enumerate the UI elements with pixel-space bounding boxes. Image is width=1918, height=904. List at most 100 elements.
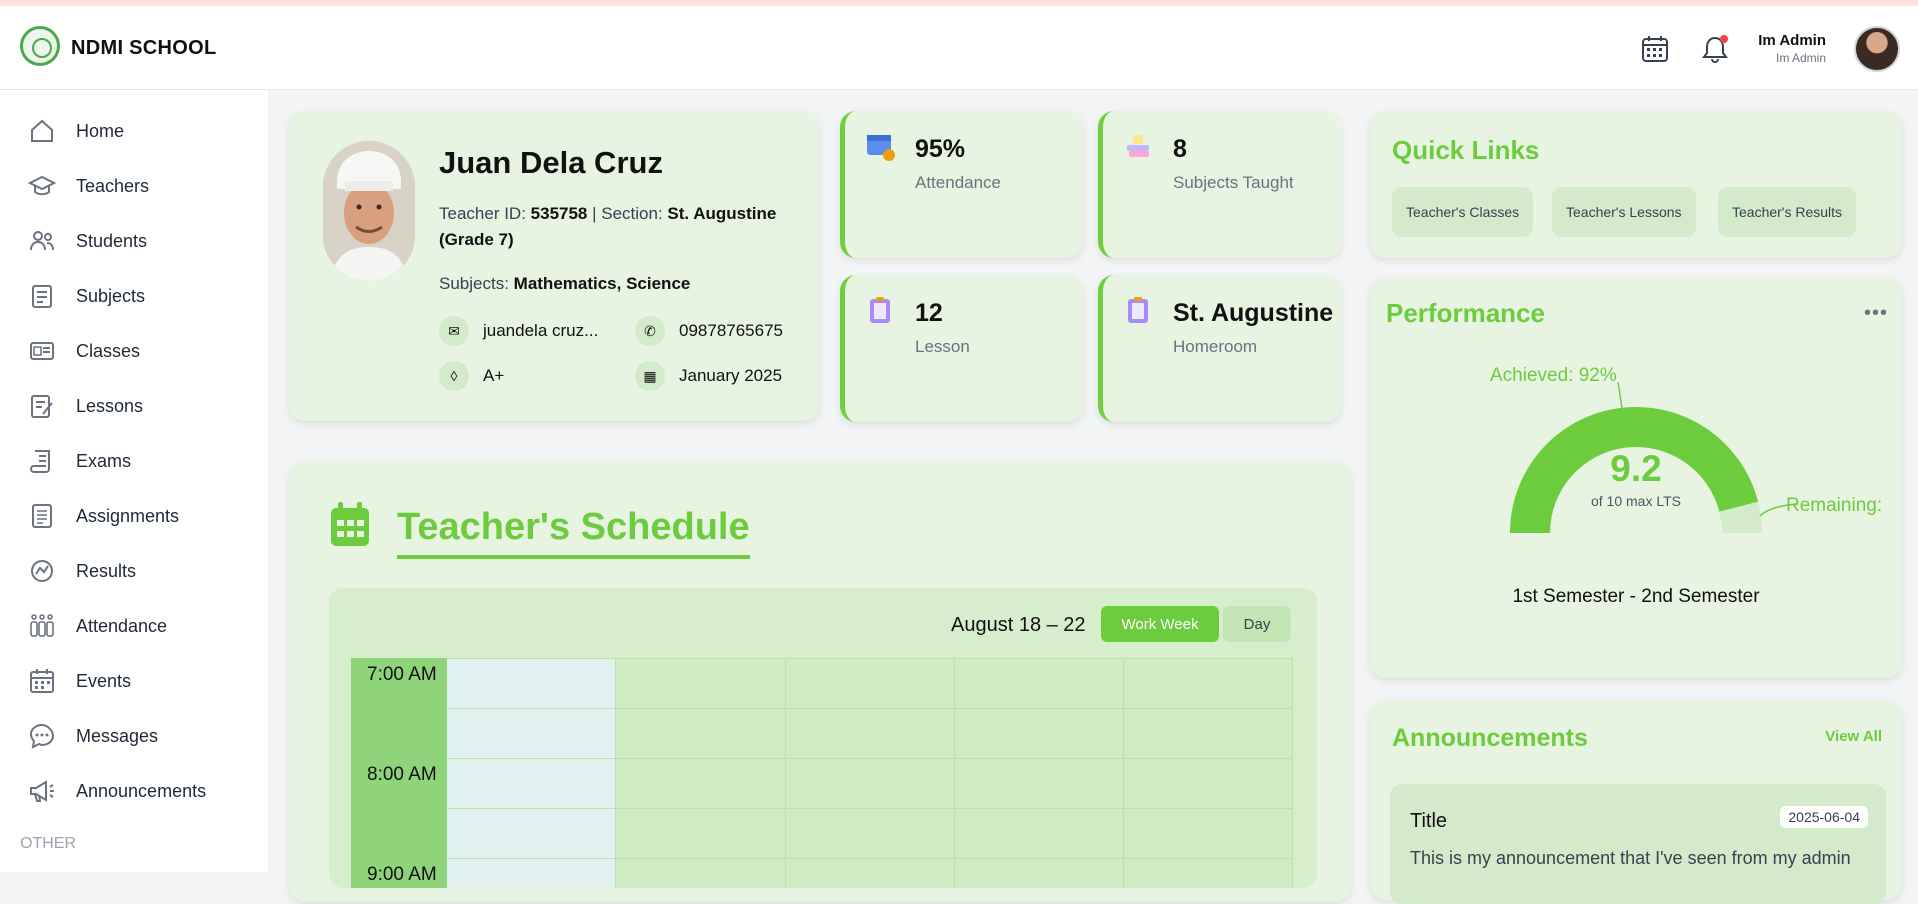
day-column[interactable] <box>955 658 1124 888</box>
stat-value: 8 <box>1173 135 1187 163</box>
books-icon <box>1127 135 1149 157</box>
phone-icon: ✆ <box>635 316 665 346</box>
day-column[interactable] <box>616 658 786 888</box>
sidebar-item-label: Students <box>76 230 148 251</box>
email-chip[interactable]: ✉ juandela cruz... <box>439 316 598 346</box>
time-label: 8:00 AM <box>367 764 437 785</box>
performance-max-label: of 10 max LTS <box>1590 493 1681 509</box>
stat-card-lesson: 12 Lesson <box>840 275 1083 422</box>
scroll-icon <box>30 450 50 473</box>
calendar-badge-icon <box>867 135 895 161</box>
stat-value: 12 <box>915 299 943 327</box>
school-logo[interactable] <box>20 26 60 66</box>
sidebar-item-classes[interactable]: Classes <box>28 334 140 368</box>
calendar-icon <box>30 669 54 693</box>
sidebar: Home Teachers Students Subjects Classes … <box>0 90 268 872</box>
time-label: 7:00 AM <box>367 664 437 685</box>
sidebar-item-home[interactable]: Home <box>28 114 124 148</box>
sidebar-item-label: Lessons <box>76 395 144 416</box>
day-column-today[interactable] <box>447 658 616 888</box>
day-column[interactable] <box>1124 658 1293 888</box>
grid-line <box>447 808 1293 809</box>
calendar-small-icon: ▦ <box>635 361 665 391</box>
sidebar-item-lessons[interactable]: Lessons <box>28 389 143 423</box>
sidebar-section-other: OTHER <box>20 835 76 852</box>
view-all-link[interactable]: View All <box>1825 728 1882 745</box>
user-name: Im Admin <box>1758 32 1826 49</box>
section-value: St. Augustine <box>667 204 777 223</box>
sidebar-item-label: Results <box>76 560 137 581</box>
sidebar-item-label: Subjects <box>76 285 146 306</box>
profile-card: Juan Dela Cruz Teacher ID: 535758 | Sect… <box>289 111 819 421</box>
chart-circle-icon <box>31 560 53 582</box>
date-text: January 2025 <box>679 366 783 385</box>
sidebar-item-label: Assignments <box>76 505 180 526</box>
calendar-icon <box>331 502 369 546</box>
home-icon <box>31 119 53 142</box>
sidebar-item-messages[interactable]: Messages <box>28 719 158 753</box>
announcement-title: Title <box>1410 810 1448 832</box>
day-toggle[interactable]: Day <box>1223 606 1291 642</box>
clipboard-icon <box>32 285 52 308</box>
grade-value: (Grade 7) <box>439 230 514 249</box>
announcement-item[interactable]: Title 2025-06-04 This is my announcement… <box>1390 784 1886 904</box>
schedule-card: Teacher's Schedule August 18 – 22 Work W… <box>289 462 1351 902</box>
envelope-icon: ✉ <box>439 316 469 346</box>
stat-card-subjects: 8 Subjects Taught <box>1098 111 1341 258</box>
grid-line <box>447 758 1293 759</box>
chat-bubble-icon <box>29 723 55 749</box>
teacher-id-label: Teacher ID: <box>439 204 531 223</box>
id-card-icon <box>30 342 54 360</box>
sidebar-item-teachers[interactable]: Teachers <box>28 169 149 203</box>
quick-link-lessons[interactable]: Teacher's Lessons <box>1552 187 1696 237</box>
people-grid-icon <box>30 614 54 637</box>
remaining-label: Remaining: <box>1786 495 1883 516</box>
stat-card-attendance: 95% Attendance <box>840 111 1083 258</box>
blood-type-chip: ◊ A+ <box>439 361 504 391</box>
quick-link-results[interactable]: Teacher's Results <box>1718 187 1857 237</box>
section-label: | Section: <box>587 204 668 223</box>
stat-value: St. Augustine <box>1173 299 1334 327</box>
sidebar-item-results[interactable]: Results <box>28 554 136 588</box>
phone-chip[interactable]: ✆ 09878765675 <box>635 316 783 346</box>
top-header: NDMI SCHOOL Im Admin Im Admin <box>0 6 1918 90</box>
sidebar-item-label: Home <box>76 120 125 141</box>
schedule-calendar: August 18 – 22 Work Week Day 7:00 AM 8:0… <box>329 588 1317 888</box>
sidebar-item-exams[interactable]: Exams <box>28 444 131 478</box>
performance-period: 1st Semester - 2nd Semester <box>1512 586 1760 607</box>
users-icon <box>30 231 54 251</box>
user-avatar[interactable] <box>1854 26 1900 72</box>
graduation-cap-icon <box>28 175 56 196</box>
sidebar-item-events[interactable]: Events <box>28 664 131 698</box>
bell-icon[interactable] <box>1700 34 1730 64</box>
announcement-date: 2025-06-04 <box>1780 806 1868 828</box>
sidebar-item-announcements[interactable]: Announcements <box>28 774 206 808</box>
sidebar-item-label: Teachers <box>76 175 150 196</box>
work-week-toggle[interactable]: Work Week <box>1101 606 1219 642</box>
stat-value: 95% <box>915 135 966 163</box>
sidebar-item-label: Messages <box>76 725 159 746</box>
quick-link-classes[interactable]: Teacher's Classes <box>1392 187 1534 237</box>
teacher-id-value: 535758 <box>530 204 588 223</box>
announcements-title: Announcements <box>1392 724 1588 752</box>
grid-line <box>447 708 1293 709</box>
sidebar-item-attendance[interactable]: Attendance <box>28 609 167 643</box>
sidebar-item-label: Announcements <box>76 780 207 801</box>
sidebar-item-subjects[interactable]: Subjects <box>28 279 145 313</box>
teacher-name: Juan Dela Cruz <box>439 145 663 180</box>
document-icon <box>32 504 52 528</box>
teacher-subjects: Subjects: Mathematics, Science <box>439 271 819 297</box>
time-column: 7:00 AM 8:00 AM 9:00 AM <box>351 658 447 888</box>
edit-icon <box>31 395 53 418</box>
quick-links-card: Quick Links Teacher's Classes Teacher's … <box>1370 111 1902 258</box>
day-column[interactable] <box>786 658 955 888</box>
email-text: juandela cruz... <box>483 321 599 340</box>
clipboard-list-icon <box>1128 297 1148 323</box>
user-role: Im Admin <box>1775 51 1826 65</box>
date-range: August 18 – 22 <box>951 614 1086 636</box>
clipboard-list-icon <box>870 297 890 323</box>
calendar-icon[interactable] <box>1640 34 1670 64</box>
sidebar-item-students[interactable]: Students <box>28 224 147 258</box>
sidebar-item-assignments[interactable]: Assignments <box>28 499 179 533</box>
teacher-photo <box>323 141 415 281</box>
